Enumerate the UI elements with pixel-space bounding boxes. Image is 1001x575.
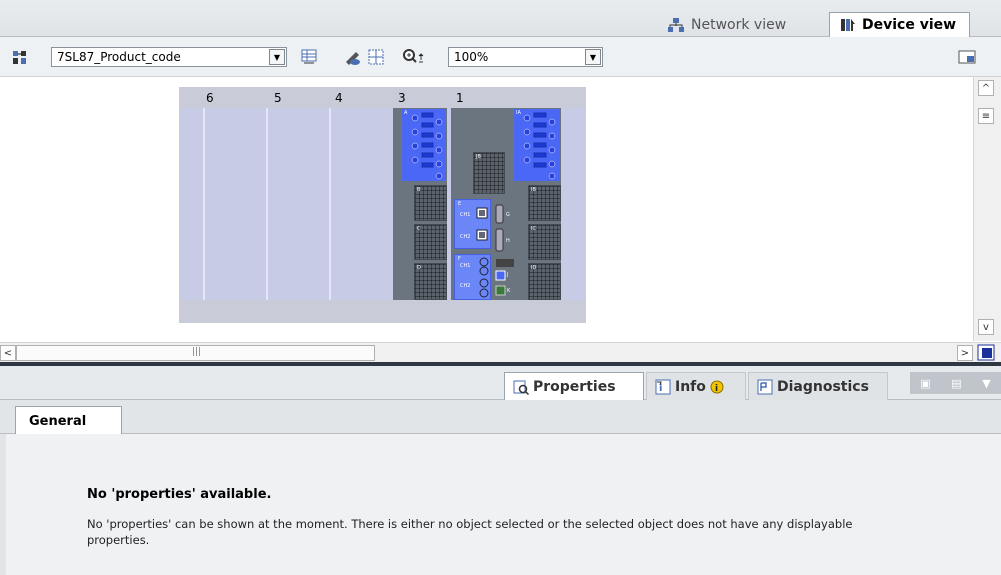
tab-network-view[interactable]: Network view: [657, 12, 827, 37]
collapse-panel-icon[interactable]: ▼: [982, 377, 990, 390]
port-label: G: [506, 212, 510, 218]
terminal-label: A: [404, 110, 408, 116]
port-label: J: [507, 272, 509, 278]
list-icon[interactable]: ▤: [951, 377, 961, 390]
module-slot-3[interactable]: A B C D: [393, 108, 447, 300]
tab-general-label: General: [29, 413, 87, 429]
no-properties-message: No 'properties' can be shown at the mome…: [87, 517, 853, 547]
chevron-down-icon[interactable]: ▼: [269, 49, 285, 65]
overview-navigation-icon[interactable]: [958, 48, 976, 66]
tab-general[interactable]: General: [15, 406, 122, 435]
tab-device-view-label: Device view: [862, 17, 957, 33]
info-badge-icon: i: [710, 380, 724, 394]
io-terminal-a[interactable]: A: [402, 109, 446, 181]
fiber-port-icon: [479, 257, 489, 298]
device-rack[interactable]: 6 5 4 3 1 A B C D IA JB IB IC ID E CH1 C…: [179, 87, 586, 323]
device-view-toolbar: 7SL87_Product_code ▼ 100% ▼: [0, 37, 1001, 77]
rack-body: A B C D IA JB IB IC ID E CH1 CH2 F CH1 C…: [179, 108, 586, 300]
terminal-label: JB: [476, 154, 481, 160]
terminal-label: IC: [531, 226, 536, 232]
port-label: K: [507, 288, 511, 294]
inspector-tab-strip: Properties i Info i Diagnostics ▣ ▤ ▼: [0, 366, 1001, 400]
tab-diagnostics[interactable]: Diagnostics: [748, 372, 888, 400]
rack-footer: [179, 300, 586, 323]
view-tab-strip: Network view Device view: [0, 0, 1001, 37]
show-hide-labels-icon[interactable]: [344, 48, 362, 66]
ethernet-port-icon: [476, 207, 488, 241]
port-label: H: [506, 238, 510, 244]
scroll-up-button[interactable]: ^: [978, 80, 994, 96]
properties-content: No 'properties' available. No 'propertie…: [0, 434, 1001, 575]
device-overview-icon[interactable]: [11, 48, 29, 66]
device-view-icon: [840, 17, 856, 33]
terminal-label: D: [417, 265, 421, 271]
properties-sub-tabs: General: [0, 400, 1001, 435]
tab-info-label: Info: [675, 378, 706, 395]
float-panel-icon[interactable]: ▣: [920, 377, 930, 390]
panel-controls: ▣ ▤ ▼: [910, 372, 1001, 394]
terminal-label: IB: [531, 187, 536, 193]
terminal-block-b[interactable]: B: [414, 185, 447, 221]
slot-number: 1: [456, 91, 464, 105]
slot-header: 6 5 4 3 1: [179, 87, 586, 108]
device-select-value: 7SL87_Product_code: [57, 50, 181, 64]
slot-divider: [329, 108, 331, 300]
grid-icon[interactable]: [367, 48, 385, 66]
slot-number: 3: [398, 91, 406, 105]
tab-network-view-label: Network view: [691, 16, 787, 33]
terminal-block-id[interactable]: ID: [528, 263, 561, 300]
vertical-scrollbar[interactable]: ^ ≡ v: [973, 77, 1001, 341]
zoom-select[interactable]: 100% ▼: [448, 47, 603, 67]
zoom-select-value: 100%: [454, 50, 489, 64]
slot-number: 4: [335, 91, 343, 105]
slot-number: 5: [274, 91, 282, 105]
device-table-icon[interactable]: [300, 48, 318, 66]
tab-device-view[interactable]: Device view: [829, 12, 970, 37]
tab-properties-label: Properties: [533, 378, 616, 395]
terminal-label: B: [417, 187, 421, 193]
io-terminal-ia[interactable]: IA: [514, 109, 560, 181]
horizontal-scroll-thumb[interactable]: |||: [16, 345, 375, 361]
scroll-right-button[interactable]: >: [957, 345, 973, 361]
zoom-icon[interactable]: [402, 48, 424, 66]
scroll-thumb-grip-icon[interactable]: ≡: [978, 108, 994, 124]
terminal-label: C: [417, 226, 421, 232]
slot-divider: [203, 108, 205, 300]
tab-diagnostics-label: Diagnostics: [777, 378, 869, 395]
svg-text:i: i: [659, 383, 662, 394]
overview-navigation-icon[interactable]: [977, 344, 995, 361]
terminal-block-c[interactable]: C: [414, 224, 447, 260]
comm-port-e[interactable]: E CH1 CH2: [454, 199, 491, 249]
tab-properties[interactable]: Properties: [504, 372, 644, 400]
port-column: G H J K: [495, 204, 515, 300]
horizontal-scrollbar[interactable]: < ||| >: [0, 342, 1001, 362]
svg-text:i: i: [715, 384, 718, 394]
slot-divider: [266, 108, 268, 300]
terminal-block-ic[interactable]: IC: [528, 224, 561, 260]
module-slot-1[interactable]: IA JB IB IC ID E CH1 CH2 F CH1 CH2 G H J…: [451, 108, 561, 300]
terminal-block-ib[interactable]: IB: [528, 185, 561, 221]
device-select[interactable]: 7SL87_Product_code ▼: [51, 47, 287, 67]
device-canvas[interactable]: 6 5 4 3 1 A B C D IA JB IB IC ID E CH1 C…: [0, 77, 973, 342]
terminal-label: ID: [531, 265, 537, 271]
terminal-block-jb[interactable]: JB: [473, 152, 505, 194]
network-view-icon: [667, 17, 685, 33]
diagnostics-icon: [757, 379, 773, 395]
comm-port-f[interactable]: F CH1 CH2: [454, 254, 491, 300]
no-properties-title: No 'properties' available.: [87, 487, 272, 502]
terminal-block-d[interactable]: D: [414, 263, 447, 300]
scroll-down-button[interactable]: v: [978, 319, 994, 335]
chevron-down-icon[interactable]: ▼: [585, 49, 601, 65]
terminal-label: IA: [516, 110, 521, 116]
scroll-left-button[interactable]: <: [0, 345, 16, 361]
tab-info[interactable]: i Info i: [646, 372, 746, 400]
info-tab-icon: i: [655, 379, 671, 395]
properties-icon: [513, 379, 529, 395]
scroll-grip-icon: |||: [192, 347, 202, 357]
slot-number: 6: [206, 91, 214, 105]
